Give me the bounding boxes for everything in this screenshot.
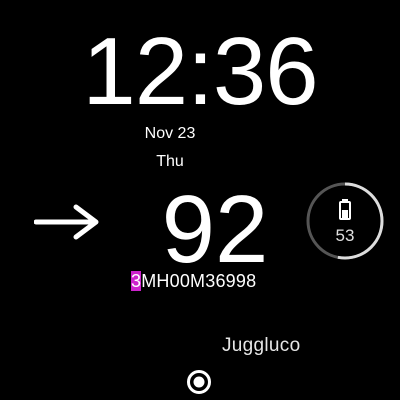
sensor-id: 3MH00M36998 — [131, 271, 256, 291]
glucose-value[interactable]: 92 — [150, 182, 280, 278]
clock-time: 12:36 — [82, 18, 318, 125]
sensor-id-highlight: 3 — [131, 271, 142, 291]
clock-weekday: Thu — [156, 153, 184, 170]
clock-date: Nov 23 — [144, 125, 196, 142]
battery-icon — [339, 199, 351, 220]
battery-complication[interactable]: 53 — [304, 180, 386, 262]
watch-face: 12:36 Nov 23 Thu 92 3MH00M36998 53 Juggl… — [0, 0, 400, 400]
sensor-id-rest: MH00M36998 — [141, 271, 257, 291]
battery-level: 53 — [335, 226, 355, 245]
battery-ring — [306, 182, 384, 260]
arrow-right-icon — [34, 204, 99, 240]
home-button-icon[interactable] — [186, 369, 212, 395]
app-name[interactable]: Juggluco — [222, 335, 300, 357]
